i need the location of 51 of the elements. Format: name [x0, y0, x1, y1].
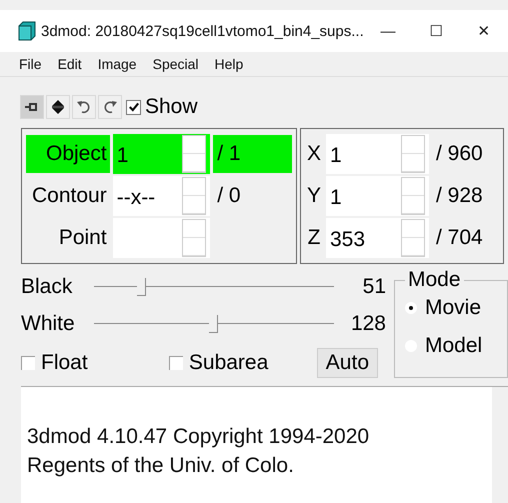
slider-label: Black — [21, 274, 74, 298]
slider-value: 51 — [362, 274, 386, 298]
menu-item[interactable]: Special — [146, 54, 206, 74]
radio-label: Model — [425, 334, 482, 358]
field-label: Contour — [30, 183, 108, 209]
undo-button[interactable] — [72, 95, 96, 119]
auto-button[interactable]: Auto — [316, 348, 378, 378]
cube-icon — [17, 21, 37, 41]
slider-label: White — [21, 312, 76, 336]
menu-item[interactable]: Help — [208, 54, 250, 74]
redo-button[interactable] — [98, 95, 122, 119]
max-count: / 1 — [213, 135, 292, 173]
axis-label: Y — [306, 184, 322, 208]
group-title: Mode — [407, 268, 462, 292]
spin-field[interactable]: 1 — [326, 176, 429, 216]
max-count: / 928 — [435, 184, 483, 208]
undo-icon — [76, 99, 92, 115]
axis-label: X — [306, 142, 322, 166]
field-label: Object — [26, 135, 110, 173]
pin-button[interactable] — [20, 95, 44, 119]
max-count: / 960 — [435, 142, 483, 166]
spin-field[interactable]: 1 — [112, 134, 210, 174]
spin-field[interactable] — [112, 218, 210, 258]
radio-label: Movie — [425, 296, 482, 320]
checkbox-label: Subarea — [188, 351, 268, 375]
redo-icon — [102, 99, 118, 115]
show-checkbox[interactable] — [126, 100, 141, 114]
checkbox[interactable] — [21, 356, 35, 370]
spin-field[interactable]: 353 — [326, 218, 429, 258]
window-title: 3dmod: 20180427sq19cell1vtomo1_bin4_sups... — [41, 22, 364, 40]
max-count: / 0 — [216, 183, 242, 209]
window-control-button[interactable]: ☐ — [412, 11, 460, 51]
info-line: Regents of the Univ. of Colo. — [27, 453, 295, 479]
window-control-button[interactable]: ✕ — [460, 11, 508, 51]
max-count: / 704 — [435, 226, 483, 250]
menu-item[interactable]: Image — [90, 54, 144, 74]
slider-value: 128 — [350, 312, 386, 336]
spin-field[interactable]: 1 — [326, 134, 429, 174]
menu-item[interactable]: File — [12, 54, 49, 74]
field-label: Point — [58, 225, 108, 251]
window-control-button[interactable]: — — [364, 11, 412, 51]
info-line: 3dmod 4.10.47 Copyright 1994-2020 — [27, 424, 370, 450]
checkbox-label: Float — [41, 351, 88, 375]
checkbox[interactable] — [168, 356, 183, 370]
checkbox-label: Show — [145, 95, 198, 119]
axis-label: Z — [306, 226, 322, 250]
scrollbar[interactable] — [492, 387, 508, 503]
spin-field[interactable]: --x-- — [112, 176, 210, 216]
radio-button[interactable] — [405, 302, 417, 314]
raise-button[interactable] — [46, 95, 70, 119]
menu-item[interactable]: Edit — [50, 54, 89, 74]
